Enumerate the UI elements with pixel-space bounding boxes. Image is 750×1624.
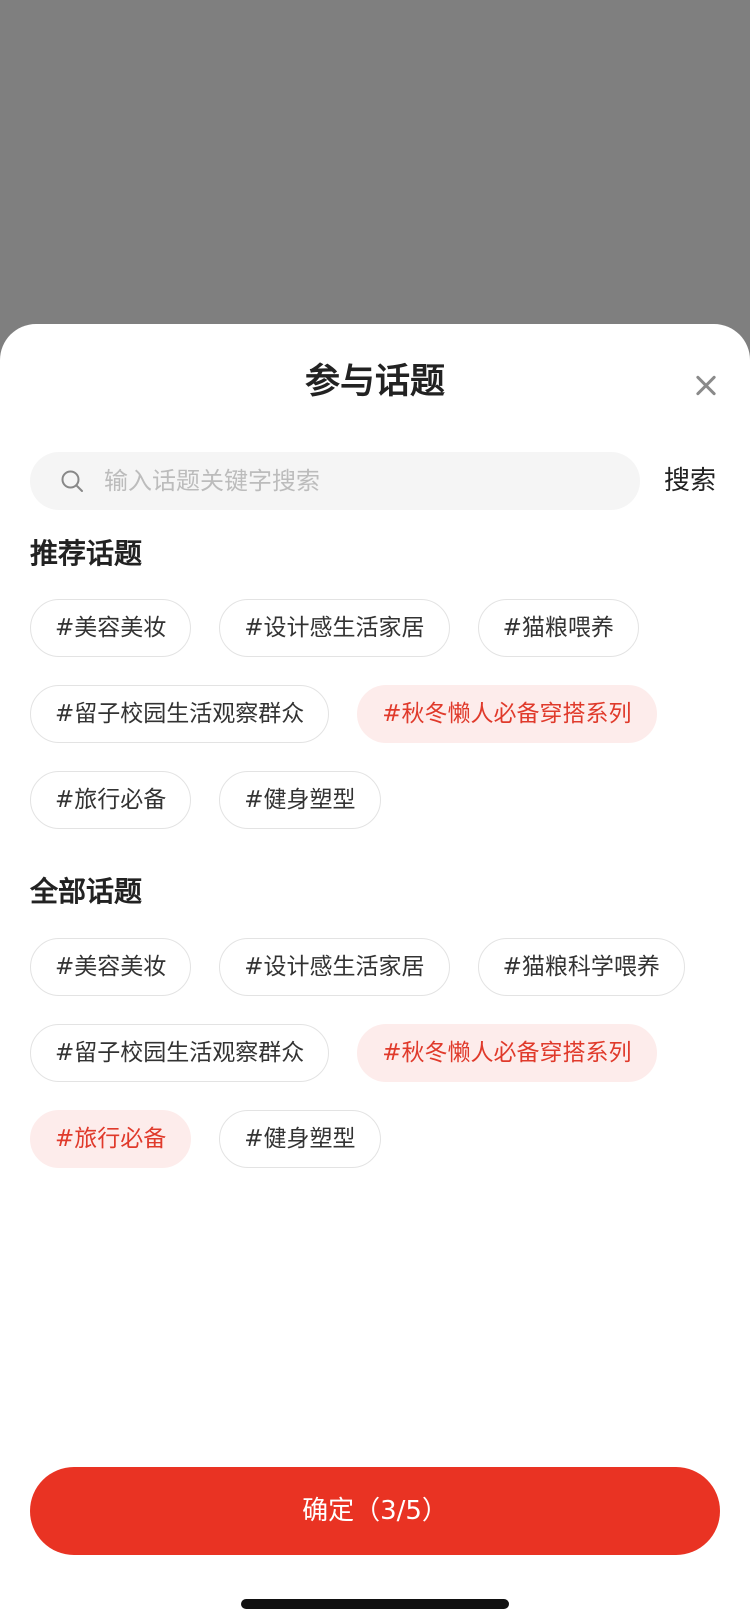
all-tag[interactable]: #旅行必备 — [30, 1110, 192, 1168]
all-tag[interactable]: #猫粮科学喂养 — [477, 938, 685, 996]
home-indicator — [241, 1599, 509, 1609]
topic-picker-sheet: 参与话题 搜索 推荐话题 #美容美妆 #设计感生活家居 #猫粮喂养 #留子校园生… — [0, 324, 750, 1624]
all-tag[interactable]: #美容美妆 — [30, 938, 192, 996]
search-icon — [61, 470, 83, 492]
confirm-button[interactable]: 确定（3/5） — [30, 1467, 720, 1555]
all-tag[interactable]: #健身塑型 — [219, 1110, 381, 1168]
recommended-tag[interactable]: #旅行必备 — [30, 771, 192, 829]
sheet-title: 参与话题 — [304, 362, 445, 402]
all-tag[interactable]: #留子校园生活观察群众 — [30, 1024, 330, 1082]
all-section-title: 全部话题 — [30, 875, 143, 908]
recommended-tag[interactable]: #设计感生活家居 — [219, 599, 450, 657]
recommended-tag[interactable]: #美容美妆 — [30, 599, 192, 657]
recommended-tag[interactable]: #留子校园生活观察群众 — [30, 685, 330, 743]
all-tag-list: #美容美妆 #设计感生活家居 #猫粮科学喂养 #留子校园生活观察群众 #秋冬懒人… — [30, 938, 730, 1168]
recommended-tag[interactable]: #猫粮喂养 — [477, 599, 639, 657]
recommended-tag-list: #美容美妆 #设计感生活家居 #猫粮喂养 #留子校园生活观察群众 #秋冬懒人必备… — [30, 599, 730, 829]
search-input[interactable] — [104, 452, 624, 510]
recommended-tag[interactable]: #健身塑型 — [219, 771, 381, 829]
recommended-section-title: 推荐话题 — [30, 537, 143, 570]
close-icon[interactable] — [690, 370, 722, 402]
search-button[interactable]: 搜索 — [664, 458, 716, 504]
all-tag[interactable]: #秋冬懒人必备穿搭系列 — [357, 1024, 657, 1082]
recommended-tag[interactable]: #秋冬懒人必备穿搭系列 — [357, 685, 657, 743]
all-tag[interactable]: #设计感生活家居 — [219, 938, 450, 996]
search-box[interactable] — [30, 452, 640, 510]
